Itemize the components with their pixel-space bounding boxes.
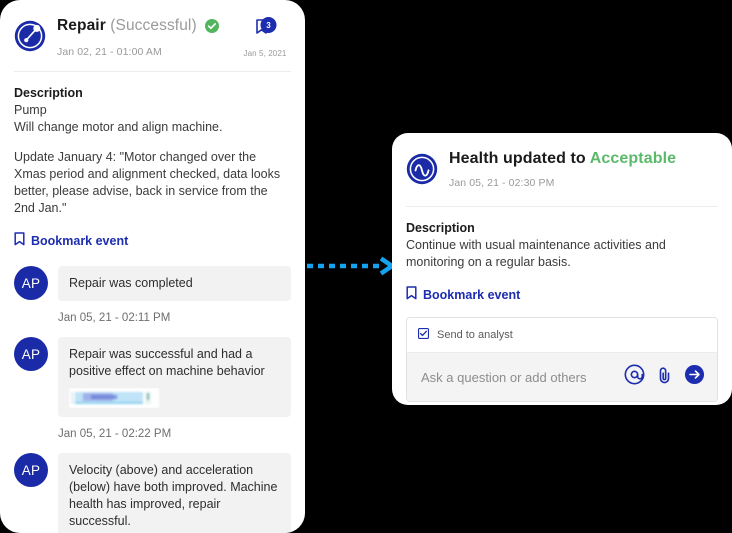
bookmark-event-label: Bookmark event bbox=[31, 233, 129, 248]
flow-connector-arrow bbox=[305, 252, 397, 280]
health-title-prefix: Health updated to bbox=[449, 150, 586, 167]
mention-at-icon bbox=[624, 364, 645, 385]
description-label: Description bbox=[406, 221, 475, 235]
description-update-note: Update January 4: "Motor changed over th… bbox=[14, 150, 281, 215]
event-status-text: (Successful) bbox=[110, 17, 197, 34]
health-card-heading-text: Health updated to Acceptable Jan 05, 21 … bbox=[449, 149, 718, 189]
repair-card-body: Description Pump Will change motor and a… bbox=[0, 85, 305, 533]
wrench-circle-icon bbox=[14, 20, 46, 57]
comment-bubble: Repair was successful and had a positive… bbox=[58, 337, 291, 417]
comment-block: AP Repair was successful and had a posit… bbox=[14, 337, 291, 440]
list-item: AP Repair was completed bbox=[14, 266, 291, 301]
chart-thumbnail-velocity[interactable] bbox=[69, 388, 280, 408]
bookmark-event-label: Bookmark event bbox=[423, 287, 521, 302]
green-check-icon bbox=[205, 19, 220, 39]
send-to-analyst-label: Send to analyst bbox=[437, 329, 513, 341]
message-input[interactable] bbox=[419, 368, 624, 386]
health-update-card: Health updated to Acceptable Jan 05, 21 … bbox=[392, 133, 732, 405]
comment-timestamp: Jan 05, 21 - 02:22 PM bbox=[58, 428, 172, 440]
screenshot-stage: Repair (Successful) Jan 02, 21 - 01:00 A… bbox=[0, 0, 732, 533]
send-arrow-icon bbox=[684, 364, 705, 385]
comment-text: Repair was successful and had a positive… bbox=[69, 347, 265, 378]
comment-timestamp: Jan 05, 21 - 02:11 PM bbox=[58, 312, 171, 324]
event-title: Repair bbox=[57, 17, 106, 34]
comment-block: AP Velocity (above) and acceleration (be… bbox=[14, 453, 291, 533]
bookmark-event-button[interactable]: Bookmark event bbox=[14, 232, 291, 249]
description-line-2: Will change motor and align machine. bbox=[14, 120, 223, 134]
message-composer: Send to analyst bbox=[406, 317, 718, 402]
send-button[interactable] bbox=[684, 364, 705, 390]
attach-button[interactable] bbox=[654, 364, 675, 390]
mention-button[interactable] bbox=[624, 364, 645, 390]
comment-bubble: Repair was completed bbox=[58, 266, 291, 301]
repair-card-header: Repair (Successful) Jan 02, 21 - 01:00 A… bbox=[0, 0, 305, 58]
checkbox-checked-icon[interactable] bbox=[418, 326, 430, 344]
bookmark-icon bbox=[14, 232, 25, 249]
send-to-analyst-row[interactable]: Send to analyst bbox=[407, 318, 717, 353]
comment-text: Repair was completed bbox=[69, 276, 193, 290]
description-line-1: Pump bbox=[14, 103, 47, 117]
event-timestamp: Jan 05, 21 - 02:30 PM bbox=[449, 177, 555, 189]
health-card-header: Health updated to Acceptable Jan 05, 21 … bbox=[392, 133, 732, 190]
list-item: AP Repair was successful and had a posit… bbox=[14, 337, 291, 417]
composer-input-row bbox=[407, 353, 717, 401]
description-label: Description bbox=[14, 86, 83, 100]
bookmark-icon bbox=[406, 286, 417, 303]
badge-count: 3 bbox=[266, 21, 271, 30]
paperclip-icon bbox=[659, 367, 670, 384]
comment-list: AP Repair was completed Jan 05, 21 - 02:… bbox=[14, 266, 291, 533]
health-card-body: Description Continue with usual maintena… bbox=[392, 220, 732, 303]
comment-block: AP Repair was completed Jan 05, 21 - 02:… bbox=[14, 266, 291, 324]
avatar: AP bbox=[14, 453, 48, 487]
badge-date: Jan 5, 2021 bbox=[243, 49, 287, 58]
header-divider bbox=[14, 71, 291, 72]
bookmark-event-button[interactable]: Bookmark event bbox=[406, 286, 718, 303]
comment-text: Velocity (above) and acceleration (below… bbox=[69, 463, 278, 528]
list-item: AP Velocity (above) and acceleration (be… bbox=[14, 453, 291, 533]
comment-bubble: Velocity (above) and acceleration (below… bbox=[58, 453, 291, 533]
header-divider bbox=[406, 206, 718, 207]
waveform-circle-icon bbox=[406, 153, 438, 190]
comment-bookmark-icon: 3 bbox=[256, 17, 277, 34]
repair-event-card: Repair (Successful) Jan 02, 21 - 01:00 A… bbox=[0, 0, 305, 533]
status-badge: Acceptable bbox=[589, 150, 677, 167]
avatar: AP bbox=[14, 337, 48, 371]
composer-actions bbox=[624, 364, 705, 390]
comment-count-badge[interactable]: 3 Jan 5, 2021 bbox=[237, 16, 293, 58]
description-text: Continue with usual maintenance activiti… bbox=[406, 238, 666, 269]
avatar: AP bbox=[14, 266, 48, 300]
page-title: Health updated to Acceptable bbox=[449, 149, 718, 169]
